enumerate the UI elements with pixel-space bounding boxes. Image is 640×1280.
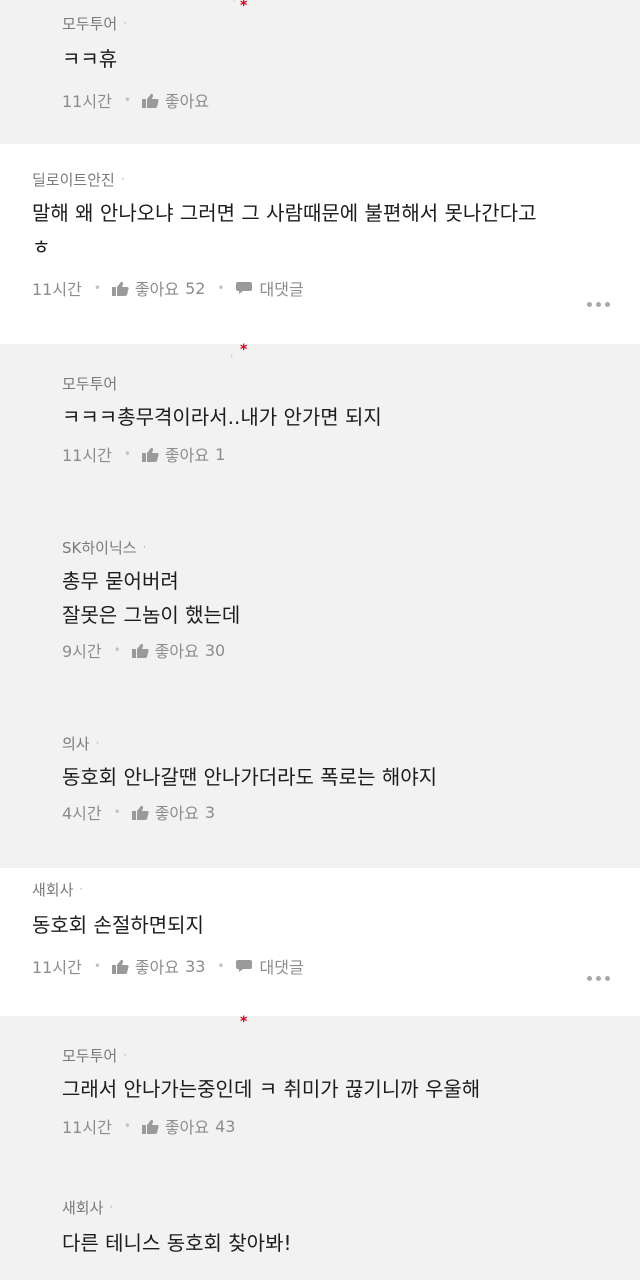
- like-count: 30: [204, 640, 226, 660]
- comment-time: 4시간: [62, 804, 102, 823]
- like-count: 33: [185, 956, 206, 976]
- comment-body: 그래서 안나가는중인데 ㅋ 취미가 끊기니까 우울해: [62, 1077, 481, 1101]
- thumbs-up-icon: [141, 1119, 159, 1134]
- comment-reply: 새회사 · 다른 테니스 동호회 찾아봐!: [0, 1192, 640, 1280]
- speech-bubble-icon: [235, 282, 252, 294]
- comment-author[interactable]: 모두투어: [62, 1045, 117, 1066]
- like-count: 52: [185, 278, 206, 298]
- separator-dot: ·: [123, 16, 128, 30]
- comment-author[interactable]: 새회사: [62, 1197, 103, 1218]
- comment-author[interactable]: SK하이닉스: [62, 537, 137, 558]
- comment-time: 11시간: [62, 92, 112, 111]
- separator-dot: •: [217, 959, 225, 973]
- like-label: 좋아요: [164, 92, 210, 111]
- like-label: 좋아요: [134, 280, 180, 299]
- comment-author[interactable]: 모두투어: [62, 13, 117, 34]
- separator-dot: ·: [123, 1048, 128, 1062]
- separator-dot: ·: [120, 172, 125, 186]
- comment-time: 11시간: [32, 280, 82, 299]
- comment-body: ㅋㅋ휴: [62, 47, 118, 71]
- author-badge-mark: *: [240, 342, 248, 358]
- separator-dot: ·: [79, 882, 84, 896]
- thumbs-up-icon: [141, 447, 159, 462]
- like-button[interactable]: 좋아요 30: [131, 638, 226, 662]
- separator-dot: •: [93, 281, 101, 295]
- thumbs-up-icon: [131, 805, 149, 820]
- comment-body: 말해 왜 안나오냐 그러면 그 사람때문에 불편해서 못나간다고 ㅎ: [32, 201, 537, 259]
- like-button[interactable]: 좋아요: [141, 88, 210, 112]
- like-count: 43: [215, 1116, 236, 1136]
- comment-time: 11시간: [32, 958, 82, 977]
- like-count: 3: [204, 802, 216, 822]
- thumbs-up-icon: [141, 93, 159, 108]
- comment-author[interactable]: 의사: [62, 733, 90, 754]
- speech-bubble-icon: [235, 960, 252, 972]
- reply-button[interactable]: 대댓글: [235, 954, 304, 978]
- author-badge-mark: *: [240, 0, 248, 14]
- separator-dot: •: [93, 959, 101, 973]
- separator-dot: ·: [109, 1200, 114, 1214]
- comment-body: 동호회 손절하면되지: [32, 913, 204, 937]
- comment-reply: 모두투어 * , ㅋㅋㅋ총무격이라서..내가 안가면 되지 11시간 • 좋아요…: [0, 342, 640, 525]
- like-button[interactable]: 좋아요 43: [141, 1114, 236, 1138]
- reply-label: 대댓글: [259, 280, 304, 299]
- separator-dot: •: [217, 281, 225, 295]
- like-label: 좋아요: [154, 804, 199, 823]
- comment-time: 11시간: [62, 1118, 112, 1137]
- like-label: 좋아요: [154, 642, 199, 661]
- separator-dot: •: [113, 643, 121, 657]
- comment-reply: 모두투어 · * 그래서 안나가는중인데 ㅋ 취미가 끊기니까 우울해 11시간…: [0, 1014, 640, 1195]
- comment-time: 11시간: [62, 446, 112, 465]
- thumbs-up-icon: [111, 281, 129, 296]
- more-dots-icon[interactable]: [587, 976, 610, 981]
- like-count: 1: [215, 444, 226, 464]
- comment-author[interactable]: 새회사: [32, 879, 73, 900]
- thumbs-up-icon: [111, 959, 129, 974]
- comment-author[interactable]: 딜로이트안진: [32, 169, 115, 190]
- like-label: 좋아요: [164, 446, 210, 465]
- separator-dot: •: [113, 805, 121, 819]
- like-button[interactable]: 좋아요 3: [131, 800, 216, 824]
- comment-reply: SK하이닉스 · 총무 묻어버려 잘못은 그놈이 했는데 9시간 • 좋아요 3…: [0, 508, 640, 721]
- like-button[interactable]: 좋아요 52: [111, 276, 206, 300]
- separator-dot: ·: [95, 736, 100, 750]
- separator-dot: ·: [142, 540, 147, 554]
- comment-author[interactable]: 모두투어: [62, 373, 117, 394]
- comment-top: 딜로이트안진 · 말해 왜 안나오냐 그러면 그 사람때문에 불편해서 못나간다…: [0, 144, 640, 344]
- comment-top: 새회사 · 동호회 손절하면되지 11시간 • 좋아요 33 • 대댓글: [0, 868, 640, 1016]
- more-dots-icon[interactable]: [587, 302, 610, 307]
- comment-body: 총무 묻어버려 잘못은 그놈이 했는데: [62, 569, 241, 627]
- reply-button[interactable]: 대댓글: [235, 276, 304, 300]
- author-badge-mark: ,: [230, 346, 234, 359]
- like-button[interactable]: 좋아요 1: [141, 442, 226, 466]
- separator-dot: •: [123, 1119, 131, 1133]
- separator-dot: •: [123, 447, 131, 461]
- like-button[interactable]: 좋아요 33: [111, 954, 206, 978]
- like-label: 좋아요: [134, 958, 180, 977]
- author-badge-mark: *: [240, 1014, 248, 1030]
- comment-reply: 모두투어 · * ` ㅋㅋ휴 11시간 • 좋아요: [0, 0, 640, 159]
- comment-body: 다른 테니스 동호회 찾아봐!: [62, 1231, 292, 1255]
- comment-body: 동호회 안나갈땐 안나가더라도 폭로는 해야지: [62, 765, 438, 789]
- comment-time: 9시간: [62, 642, 102, 661]
- separator-dot: •: [123, 93, 131, 107]
- comment-reply: 의사 · 동호회 안나갈땐 안나가더라도 폭로는 해야지 4시간 • 좋아요 3: [0, 704, 640, 868]
- reply-label: 대댓글: [259, 958, 304, 977]
- comment-body: ㅋㅋㅋ총무격이라서..내가 안가면 되지: [62, 405, 382, 429]
- like-label: 좋아요: [164, 1118, 210, 1137]
- thumbs-up-icon: [131, 643, 149, 658]
- author-badge-mark: `: [232, 0, 238, 11]
